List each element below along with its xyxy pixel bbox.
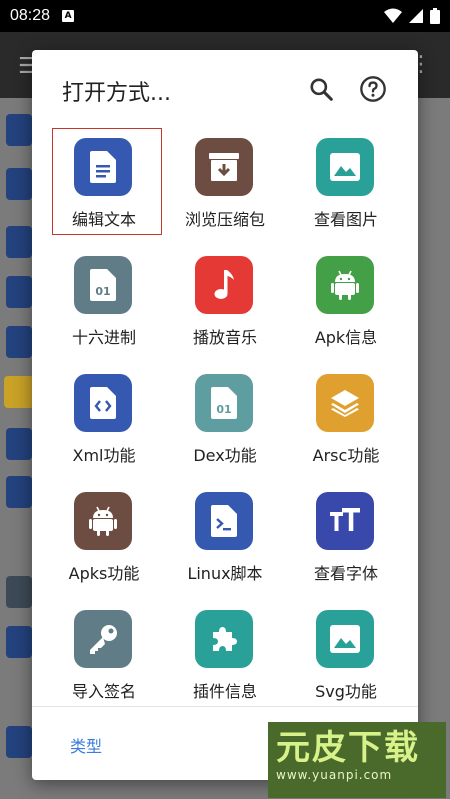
app-item-label: Dex功能 xyxy=(193,446,257,465)
app-item-icon: 01 xyxy=(74,256,132,314)
terminal-file-icon xyxy=(211,505,237,537)
type-button[interactable]: 类型 xyxy=(70,733,102,757)
folder-icon xyxy=(4,376,34,408)
key-icon xyxy=(90,625,117,654)
app-item-view-font[interactable]: 查看字体 xyxy=(286,484,406,584)
status-icons xyxy=(384,8,440,24)
font-icon xyxy=(330,508,360,531)
app-item-browse-archive[interactable]: 浏览压缩包 xyxy=(165,130,285,230)
file-icon xyxy=(6,168,32,200)
android-icon xyxy=(331,270,359,300)
app-item-icon xyxy=(316,610,374,668)
file-icon xyxy=(6,626,32,658)
app-item-label: 播放音乐 xyxy=(192,328,257,347)
signal-icon xyxy=(409,9,423,23)
music-note-icon xyxy=(214,270,234,299)
svg-text:01: 01 xyxy=(95,285,110,298)
dialog-divider xyxy=(32,706,418,707)
app-item-icon xyxy=(74,610,132,668)
app-item-label: Svg功能 xyxy=(315,682,377,701)
watermark-title: 元皮下载 xyxy=(276,728,420,768)
app-item-play-music[interactable]: 播放音乐 xyxy=(165,248,285,348)
app-item-icon xyxy=(316,492,374,550)
status-bar: 08:28 A xyxy=(0,0,450,32)
watermark-logo: 元皮下载 www.yuanpi.com xyxy=(268,722,446,798)
file-icon xyxy=(6,576,32,608)
search-icon xyxy=(310,78,333,101)
help-button[interactable] xyxy=(358,74,388,104)
app-item-icon xyxy=(74,374,132,432)
app-item-icon xyxy=(195,138,253,196)
selected-app-highlight xyxy=(52,128,162,235)
wifi-icon xyxy=(384,8,402,23)
help-icon xyxy=(360,76,386,102)
file-icon xyxy=(6,226,32,258)
app-item-label: Linux脚本 xyxy=(187,564,263,583)
puzzle-icon xyxy=(213,627,237,651)
app-item-label: 导入签名 xyxy=(71,682,136,701)
archive-icon xyxy=(209,153,239,181)
status-time: 08:28 xyxy=(10,7,51,24)
app-item-view-image[interactable]: 查看图片 xyxy=(286,130,406,230)
app-item-icon xyxy=(316,374,374,432)
app-item-linux-script[interactable]: Linux脚本 xyxy=(165,484,285,584)
image-icon xyxy=(330,153,360,181)
file-icon xyxy=(6,428,32,460)
app-item-icon xyxy=(74,492,132,550)
app-item-icon xyxy=(316,256,374,314)
android-icon xyxy=(89,506,117,536)
app-item-label: 十六进制 xyxy=(71,328,136,347)
app-item-label: Apk信息 xyxy=(314,328,378,347)
app-item-label: Xml功能 xyxy=(72,446,136,465)
file-icon xyxy=(6,726,32,758)
app-item-label: 查看图片 xyxy=(313,210,378,229)
file-icon xyxy=(6,476,32,508)
app-item-icon xyxy=(316,138,374,196)
app-item-arsc[interactable]: Arsc功能 xyxy=(286,366,406,466)
app-item-apk-info[interactable]: Apk信息 xyxy=(286,248,406,348)
app-item-hex[interactable]: 01 十六进制 xyxy=(44,248,164,348)
app-item-plugin-info[interactable]: 插件信息 xyxy=(165,602,285,702)
app-item-label: 浏览压缩包 xyxy=(184,210,265,229)
binary-file-icon: 01 xyxy=(90,269,116,301)
app-item-icon xyxy=(195,610,253,668)
watermark-url: www.yuanpi.com xyxy=(276,768,393,782)
app-item-icon xyxy=(195,492,253,550)
dialog-title: 打开方式... xyxy=(62,81,171,106)
app-item-import-signature[interactable]: 导入签名 xyxy=(44,602,164,702)
app-item-label: 查看字体 xyxy=(313,564,378,583)
image-icon xyxy=(330,625,360,653)
layers-icon xyxy=(331,390,359,417)
open-with-dialog: 打开方式... 编辑文本 浏览压缩包 查看图片 01 十六进制 播放音乐 Apk… xyxy=(32,50,418,780)
app-item-apks[interactable]: Apks功能 xyxy=(44,484,164,584)
app-item-label: Arsc功能 xyxy=(312,446,380,465)
search-button[interactable] xyxy=(306,74,336,104)
notification-badge: A xyxy=(62,10,75,22)
app-item-icon xyxy=(195,256,253,314)
file-icon xyxy=(6,276,32,308)
dex-file-icon: 01 xyxy=(211,387,237,419)
file-icon xyxy=(6,326,32,358)
code-file-icon xyxy=(90,387,116,419)
app-item-svg[interactable]: Svg功能 xyxy=(286,602,406,702)
svg-text:01: 01 xyxy=(216,403,231,416)
battery-icon xyxy=(430,8,440,24)
app-item-label: 插件信息 xyxy=(192,682,257,701)
app-item-xml[interactable]: Xml功能 xyxy=(44,366,164,466)
app-item-dex[interactable]: 01 Dex功能 xyxy=(165,366,285,466)
app-item-label: Apks功能 xyxy=(68,564,140,583)
file-icon xyxy=(6,114,32,146)
app-item-icon: 01 xyxy=(195,374,253,432)
